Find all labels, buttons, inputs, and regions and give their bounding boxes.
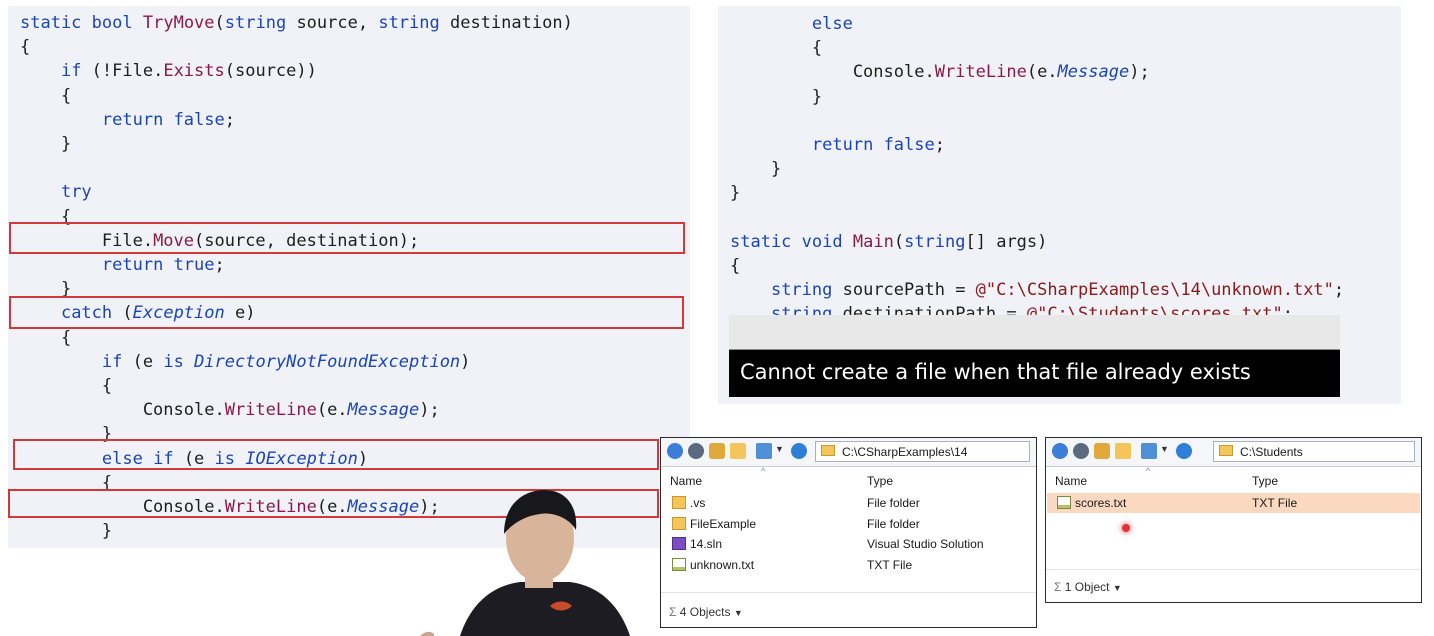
- code-line: if (e is DirectoryNotFoundException): [101, 351, 471, 372]
- column-header-name[interactable]: Name: [670, 474, 702, 488]
- file-row[interactable]: FileExample File folder: [662, 514, 1035, 534]
- up-folder-icon[interactable]: [1094, 443, 1110, 459]
- code-line: {: [730, 256, 741, 276]
- code-line: static bool TryMove(string source, strin…: [20, 13, 573, 33]
- file-type: File folder: [867, 496, 920, 510]
- file-name: unknown.txt: [690, 557, 755, 572]
- status-count: 4 Objects: [679, 605, 731, 619]
- code-line: }: [20, 134, 72, 154]
- sum-icon: Σ: [669, 605, 680, 619]
- folder-icon: [672, 516, 686, 530]
- file-name: 14.sln: [690, 537, 723, 551]
- caption-text: Cannot create a file when that file alre…: [740, 360, 1251, 384]
- file-name: .vs: [690, 496, 706, 510]
- explorer-toolbar: ▼ C:\Students: [1046, 438, 1421, 467]
- explorer-window-csharpexamples: ▼ C:\CSharpExamples\14 ^ Name Type .vs Fi…: [660, 437, 1037, 628]
- caption-overlay: Cannot create a file when that file alre…: [729, 315, 1340, 397]
- up-folder-icon[interactable]: [709, 443, 725, 459]
- view-icon[interactable]: [756, 443, 772, 459]
- view-dropdown-icon[interactable]: ▼: [1160, 444, 1169, 454]
- folder-icon: [672, 496, 686, 509]
- forward-icon[interactable]: [688, 443, 704, 459]
- code-line: string sourcePath = @"C:\CSharpExamples\…: [770, 280, 1345, 301]
- status-count: 1 Object: [1064, 580, 1110, 594]
- code-line: {: [730, 38, 823, 59]
- code-line: }: [730, 86, 823, 107]
- code-line: }: [730, 159, 782, 180]
- file-name: scores.txt: [1075, 496, 1127, 510]
- column-header-type[interactable]: Type: [867, 474, 893, 488]
- cursor-dot-icon: [1122, 524, 1130, 532]
- code-line: try: [60, 182, 92, 203]
- code-line: static void Main(string[] args): [730, 231, 1048, 252]
- new-folder-icon[interactable]: [730, 443, 746, 459]
- code-line: return false;: [101, 109, 235, 130]
- status-bar: Σ 4 Objects ▼: [669, 605, 743, 619]
- code-line: {: [20, 327, 72, 348]
- code-line: return false;: [811, 135, 945, 155]
- code-line: Console.WriteLine(e.Message);: [20, 400, 440, 421]
- forward-icon[interactable]: [1073, 443, 1089, 459]
- file-name: FileExample: [690, 516, 757, 531]
- text-file-icon: [1057, 496, 1071, 509]
- refresh-icon[interactable]: [791, 443, 807, 459]
- file-type: Visual Studio Solution: [867, 537, 984, 551]
- sum-icon: Σ: [1054, 580, 1065, 594]
- text-file-icon: [672, 557, 686, 571]
- code-line: else: [811, 14, 853, 34]
- file-row[interactable]: .vs File folder: [662, 493, 1035, 513]
- back-icon[interactable]: [667, 443, 683, 459]
- sort-chevron-icon: ^: [761, 466, 766, 476]
- file-row[interactable]: 14.sln Visual Studio Solution: [662, 534, 1035, 554]
- status-bar: Σ 1 Object ▼: [1054, 580, 1122, 594]
- folder-icon: [821, 445, 835, 456]
- view-dropdown-icon[interactable]: ▼: [775, 444, 784, 454]
- code-line: {: [20, 37, 31, 58]
- highlight-else-if-ioexception: [13, 439, 659, 470]
- code-line: {: [20, 85, 72, 106]
- column-header-name[interactable]: Name: [1055, 474, 1087, 488]
- explorer-window-students: ▼ C:\Students ^ Name Type scores.txt TXT …: [1045, 437, 1422, 603]
- highlight-catch: [9, 296, 684, 329]
- highlight-file-move: [9, 222, 685, 254]
- caption-bar: [729, 315, 1340, 350]
- address-path: C:\CSharpExamples\14: [842, 445, 968, 459]
- code-line: return true;: [101, 255, 225, 275]
- status-dropdown-icon[interactable]: ▼: [1113, 583, 1122, 593]
- file-row[interactable]: scores.txt TXT File: [1047, 493, 1420, 513]
- code-line: if (!File.Exists(source)): [60, 61, 317, 82]
- presenter-video: [420, 490, 630, 636]
- code-line: }: [730, 183, 741, 204]
- status-separator: [1046, 569, 1421, 570]
- back-icon[interactable]: [1052, 443, 1068, 459]
- address-bar[interactable]: C:\Students: [1213, 441, 1415, 462]
- solution-file-icon: [672, 537, 686, 550]
- file-type: TXT File: [1252, 496, 1298, 510]
- file-row[interactable]: unknown.txt TXT File: [662, 555, 1035, 575]
- code-line: Console.WriteLine(e.Message);: [730, 62, 1150, 83]
- file-type: TXT File: [867, 557, 913, 572]
- refresh-icon[interactable]: [1176, 443, 1192, 459]
- folder-icon: [1219, 445, 1233, 456]
- code-line: }: [20, 521, 113, 542]
- column-header-type[interactable]: Type: [1252, 474, 1278, 488]
- status-dropdown-icon[interactable]: ▼: [734, 608, 743, 618]
- code-line: {: [20, 376, 113, 396]
- address-bar[interactable]: C:\CSharpExamples\14: [815, 441, 1030, 462]
- status-separator: [661, 592, 1036, 593]
- new-folder-icon[interactable]: [1115, 443, 1131, 459]
- sort-chevron-icon: ^: [1146, 466, 1151, 476]
- address-path: C:\Students: [1240, 445, 1303, 459]
- view-icon[interactable]: [1141, 443, 1157, 459]
- explorer-toolbar: ▼ C:\CSharpExamples\14: [661, 438, 1036, 467]
- file-type: File folder: [867, 516, 920, 531]
